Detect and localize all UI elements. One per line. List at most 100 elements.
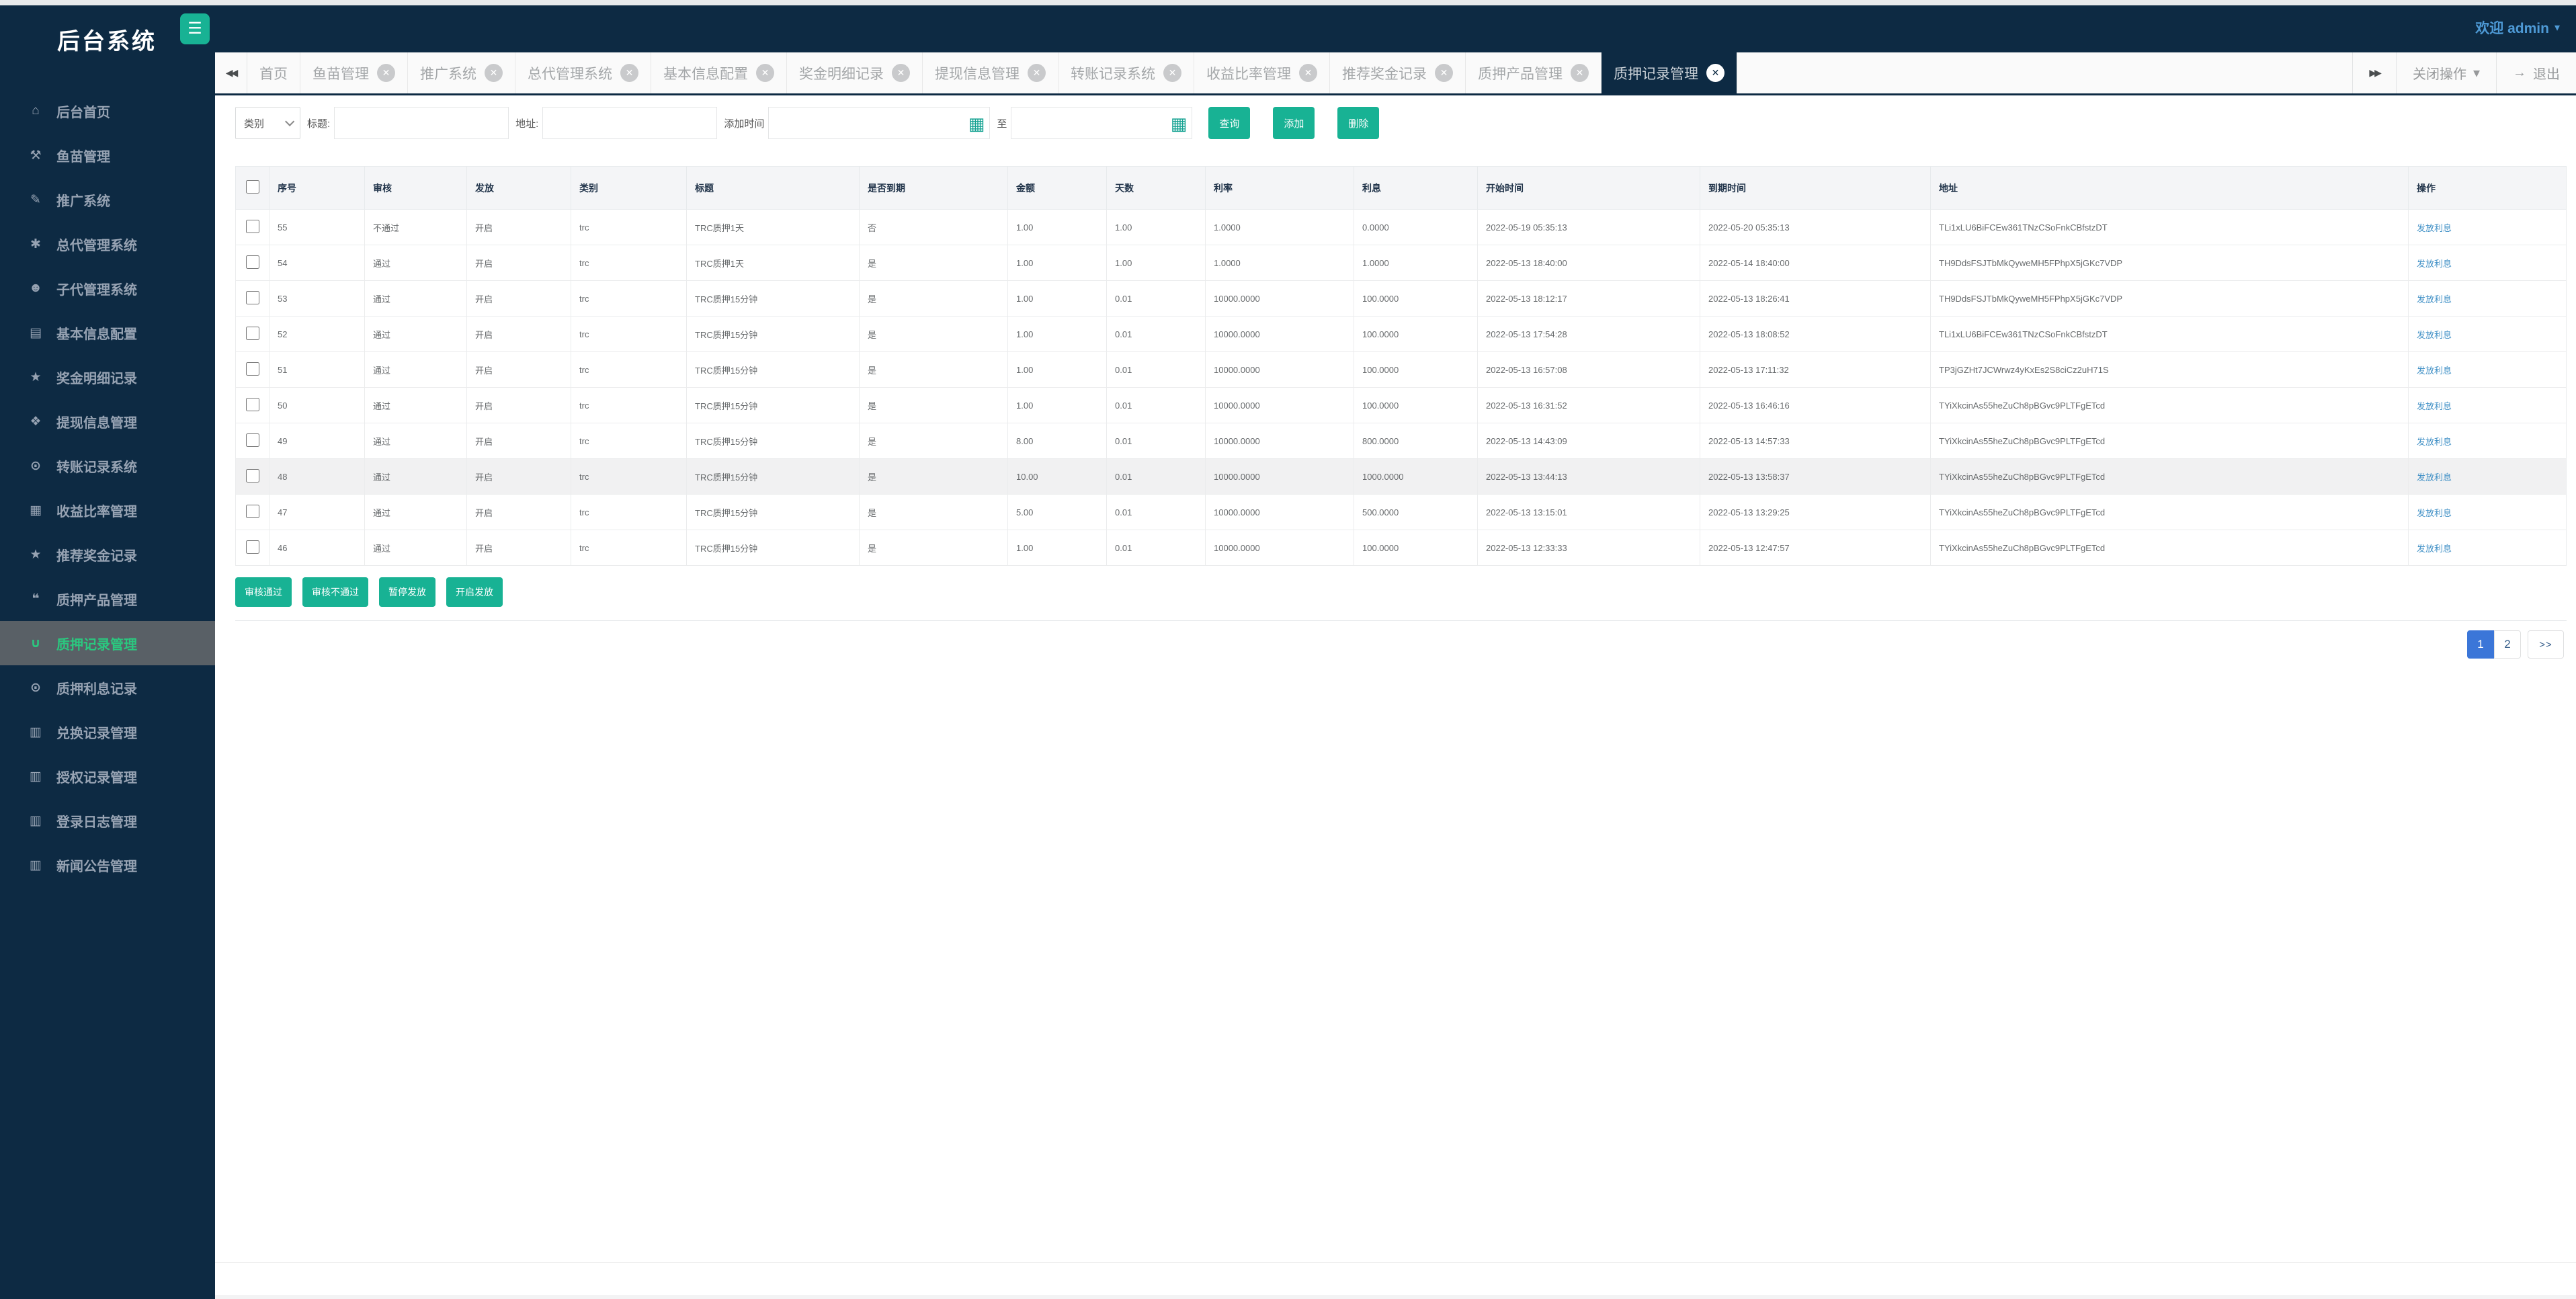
cell-issue-status: 开启 — [466, 209, 571, 245]
tab-11[interactable]: 质押记录管理 ✕ — [1602, 52, 1737, 93]
sidebar-item-book-15[interactable]: ▥ 授权记录管理 — [0, 754, 215, 798]
tab-label: 推荐奖金记录 — [1342, 66, 1427, 82]
sidebar-item-book-17[interactable]: ▥ 新闻公告管理 — [0, 843, 215, 887]
reject-button[interactable]: 审核不通过 — [302, 577, 368, 607]
row-checkbox[interactable] — [245, 504, 259, 518]
tab-7[interactable]: 转账记录系统 ✕ — [1058, 52, 1194, 93]
issue-interest-link[interactable]: 发放利息 — [2417, 437, 2452, 447]
user-menu[interactable]: 欢迎 admin ▾ — [2475, 17, 2560, 38]
cell-expire-time: 2022-05-13 13:58:37 — [1700, 458, 1931, 495]
cell-actions: 发放利息 — [2408, 458, 2567, 495]
issue-interest-link[interactable]: 发放利息 — [2417, 544, 2452, 554]
tab-6[interactable]: 提现信息管理 ✕ — [923, 52, 1058, 93]
search-button[interactable]: 查询 — [1208, 107, 1251, 139]
sidebar-item-calendar-9[interactable]: ▦ 收益比率管理 — [0, 488, 215, 532]
row-checkbox[interactable] — [245, 433, 259, 447]
tab-9[interactable]: 推荐奖金记录 ✕ — [1330, 52, 1466, 93]
row-checkbox[interactable] — [245, 362, 259, 376]
row-checkbox[interactable] — [245, 219, 259, 233]
tab-2[interactable]: 推广系统 ✕ — [408, 52, 515, 93]
sidebar-item-tag-7[interactable]: ❖ 提现信息管理 — [0, 399, 215, 444]
issue-interest-link[interactable]: 发放利息 — [2417, 366, 2452, 376]
page-button-1[interactable]: 1 — [2467, 630, 2494, 659]
tab-5[interactable]: 奖金明细记录 ✕ — [787, 52, 923, 93]
cell-address: TYiXkcinAs55heZuCh8pBGvc9PLTFgETcd — [1930, 530, 2409, 566]
tab-close-icon[interactable]: ✕ — [620, 64, 638, 82]
tab-3[interactable]: 总代管理系统 ✕ — [515, 52, 651, 93]
column-header-13: 操作 — [2408, 166, 2567, 210]
sidebar-item-users-4[interactable]: ☻ 子代管理系统 — [0, 266, 215, 310]
issue-interest-link[interactable]: 发放利息 — [2417, 294, 2452, 304]
tab-close-icon[interactable]: ✕ — [1028, 64, 1046, 82]
tab-8[interactable]: 收益比率管理 ✕ — [1194, 52, 1330, 93]
title-filter-input[interactable] — [334, 107, 509, 139]
file-icon: ▤ — [30, 325, 42, 340]
tag-icon: ❖ — [30, 414, 42, 429]
tab-close-icon[interactable]: ✕ — [756, 64, 774, 82]
sidebar-item-book-14[interactable]: ▥ 兑换记录管理 — [0, 710, 215, 754]
page-button-2[interactable]: 2 — [2494, 630, 2521, 659]
tab-close-icon[interactable]: ✕ — [485, 64, 503, 82]
tab-close-icon[interactable]: ✕ — [1299, 64, 1317, 82]
approve-button[interactable]: 审核通过 — [235, 577, 292, 607]
tab-close-icon[interactable]: ✕ — [1706, 64, 1725, 82]
row-checkbox[interactable] — [245, 326, 259, 340]
tab-close-icon[interactable]: ✕ — [1435, 64, 1453, 82]
tab-close-icon[interactable]: ✕ — [1163, 64, 1181, 82]
footer-divider — [215, 1262, 2576, 1263]
next-page-button[interactable]: >> — [2528, 630, 2564, 659]
sidebar-item-star-10[interactable]: ★ 推荐奖金记录 — [0, 532, 215, 577]
category-select[interactable]: 类别 — [235, 107, 300, 139]
logout-button[interactable]: → 退出 — [2496, 52, 2576, 93]
tab-close-icon[interactable]: ✕ — [1571, 64, 1589, 82]
start-issue-button[interactable]: 开启发放 — [446, 577, 503, 607]
cell-interest: 100.0000 — [1354, 280, 1478, 317]
logout-icon: → — [2513, 65, 2526, 80]
sidebar-item-file-5[interactable]: ▤ 基本信息配置 — [0, 310, 215, 355]
cell-category: trc — [571, 530, 687, 566]
row-checkbox[interactable] — [245, 255, 259, 269]
issue-interest-link[interactable]: 发放利息 — [2417, 330, 2452, 340]
pause-issue-button[interactable]: 暂停发放 — [379, 577, 435, 607]
add-button[interactable]: 添加 — [1273, 107, 1315, 139]
row-checkbox[interactable] — [245, 540, 259, 554]
delete-button[interactable]: 删除 — [1337, 107, 1380, 139]
sidebar-item-power-8[interactable]: ⊙ 转账记录系统 — [0, 444, 215, 488]
sidebar-item-book-16[interactable]: ▥ 登录日志管理 — [0, 798, 215, 843]
sidebar-item-magnet-12[interactable]: ∪ 质押记录管理 — [0, 621, 215, 665]
add-time-to-input[interactable] — [1011, 107, 1193, 139]
issue-interest-link[interactable]: 发放利息 — [2417, 472, 2452, 483]
tab-4[interactable]: 基本信息配置 ✕ — [651, 52, 787, 93]
cell-days: 1.00 — [1106, 245, 1206, 281]
sidebar-item-home-0[interactable]: ⌂ 后台首页 — [0, 89, 215, 133]
chevron-down-icon — [285, 116, 295, 126]
tab-close-icon[interactable]: ✕ — [892, 64, 910, 82]
sidebar-item-edit-2[interactable]: ✎ 推广系统 — [0, 177, 215, 222]
tab-10[interactable]: 质押产品管理 ✕ — [1466, 52, 1602, 93]
tabs-scroll-left-button[interactable]: ◀◀ — [215, 52, 247, 93]
issue-interest-link[interactable]: 发放利息 — [2417, 508, 2452, 518]
tab-1[interactable]: 鱼苗管理 ✕ — [300, 52, 408, 93]
row-checkbox[interactable] — [245, 290, 259, 304]
row-checkbox[interactable] — [245, 468, 259, 483]
book-icon: ▥ — [30, 813, 42, 828]
sidebar-item-wrench-1[interactable]: ⚒ 鱼苗管理 — [0, 133, 215, 177]
sidebar-item-star-6[interactable]: ★ 奖金明细记录 — [0, 355, 215, 399]
sidebar-item-power-13[interactable]: ⊙ 质押利息记录 — [0, 665, 215, 710]
sidebar-item-comment-11[interactable]: ❝ 质押产品管理 — [0, 577, 215, 621]
issue-interest-link[interactable]: 发放利息 — [2417, 401, 2452, 411]
issue-interest-link[interactable]: 发放利息 — [2417, 223, 2452, 233]
close-operations-dropdown[interactable]: 关闭操作 ▾ — [2395, 52, 2496, 93]
cell-actions: 发放利息 — [2408, 494, 2567, 530]
select-all-checkbox[interactable] — [245, 180, 259, 194]
sidebar-toggle-button[interactable]: ☰ — [180, 13, 210, 44]
cell-expire-time: 2022-05-13 13:29:25 — [1700, 494, 1931, 530]
row-checkbox[interactable] — [245, 397, 259, 411]
address-filter-input[interactable] — [542, 107, 718, 139]
tab-0[interactable]: 首页 — [247, 52, 300, 93]
issue-interest-link[interactable]: 发放利息 — [2417, 259, 2452, 269]
tabs-scroll-right-button[interactable]: ▶▶ — [2352, 52, 2396, 93]
tab-close-icon[interactable]: ✕ — [377, 64, 395, 82]
add-time-from-input[interactable] — [768, 107, 991, 139]
sidebar-item-asterisk-3[interactable]: ✱ 总代管理系统 — [0, 222, 215, 266]
